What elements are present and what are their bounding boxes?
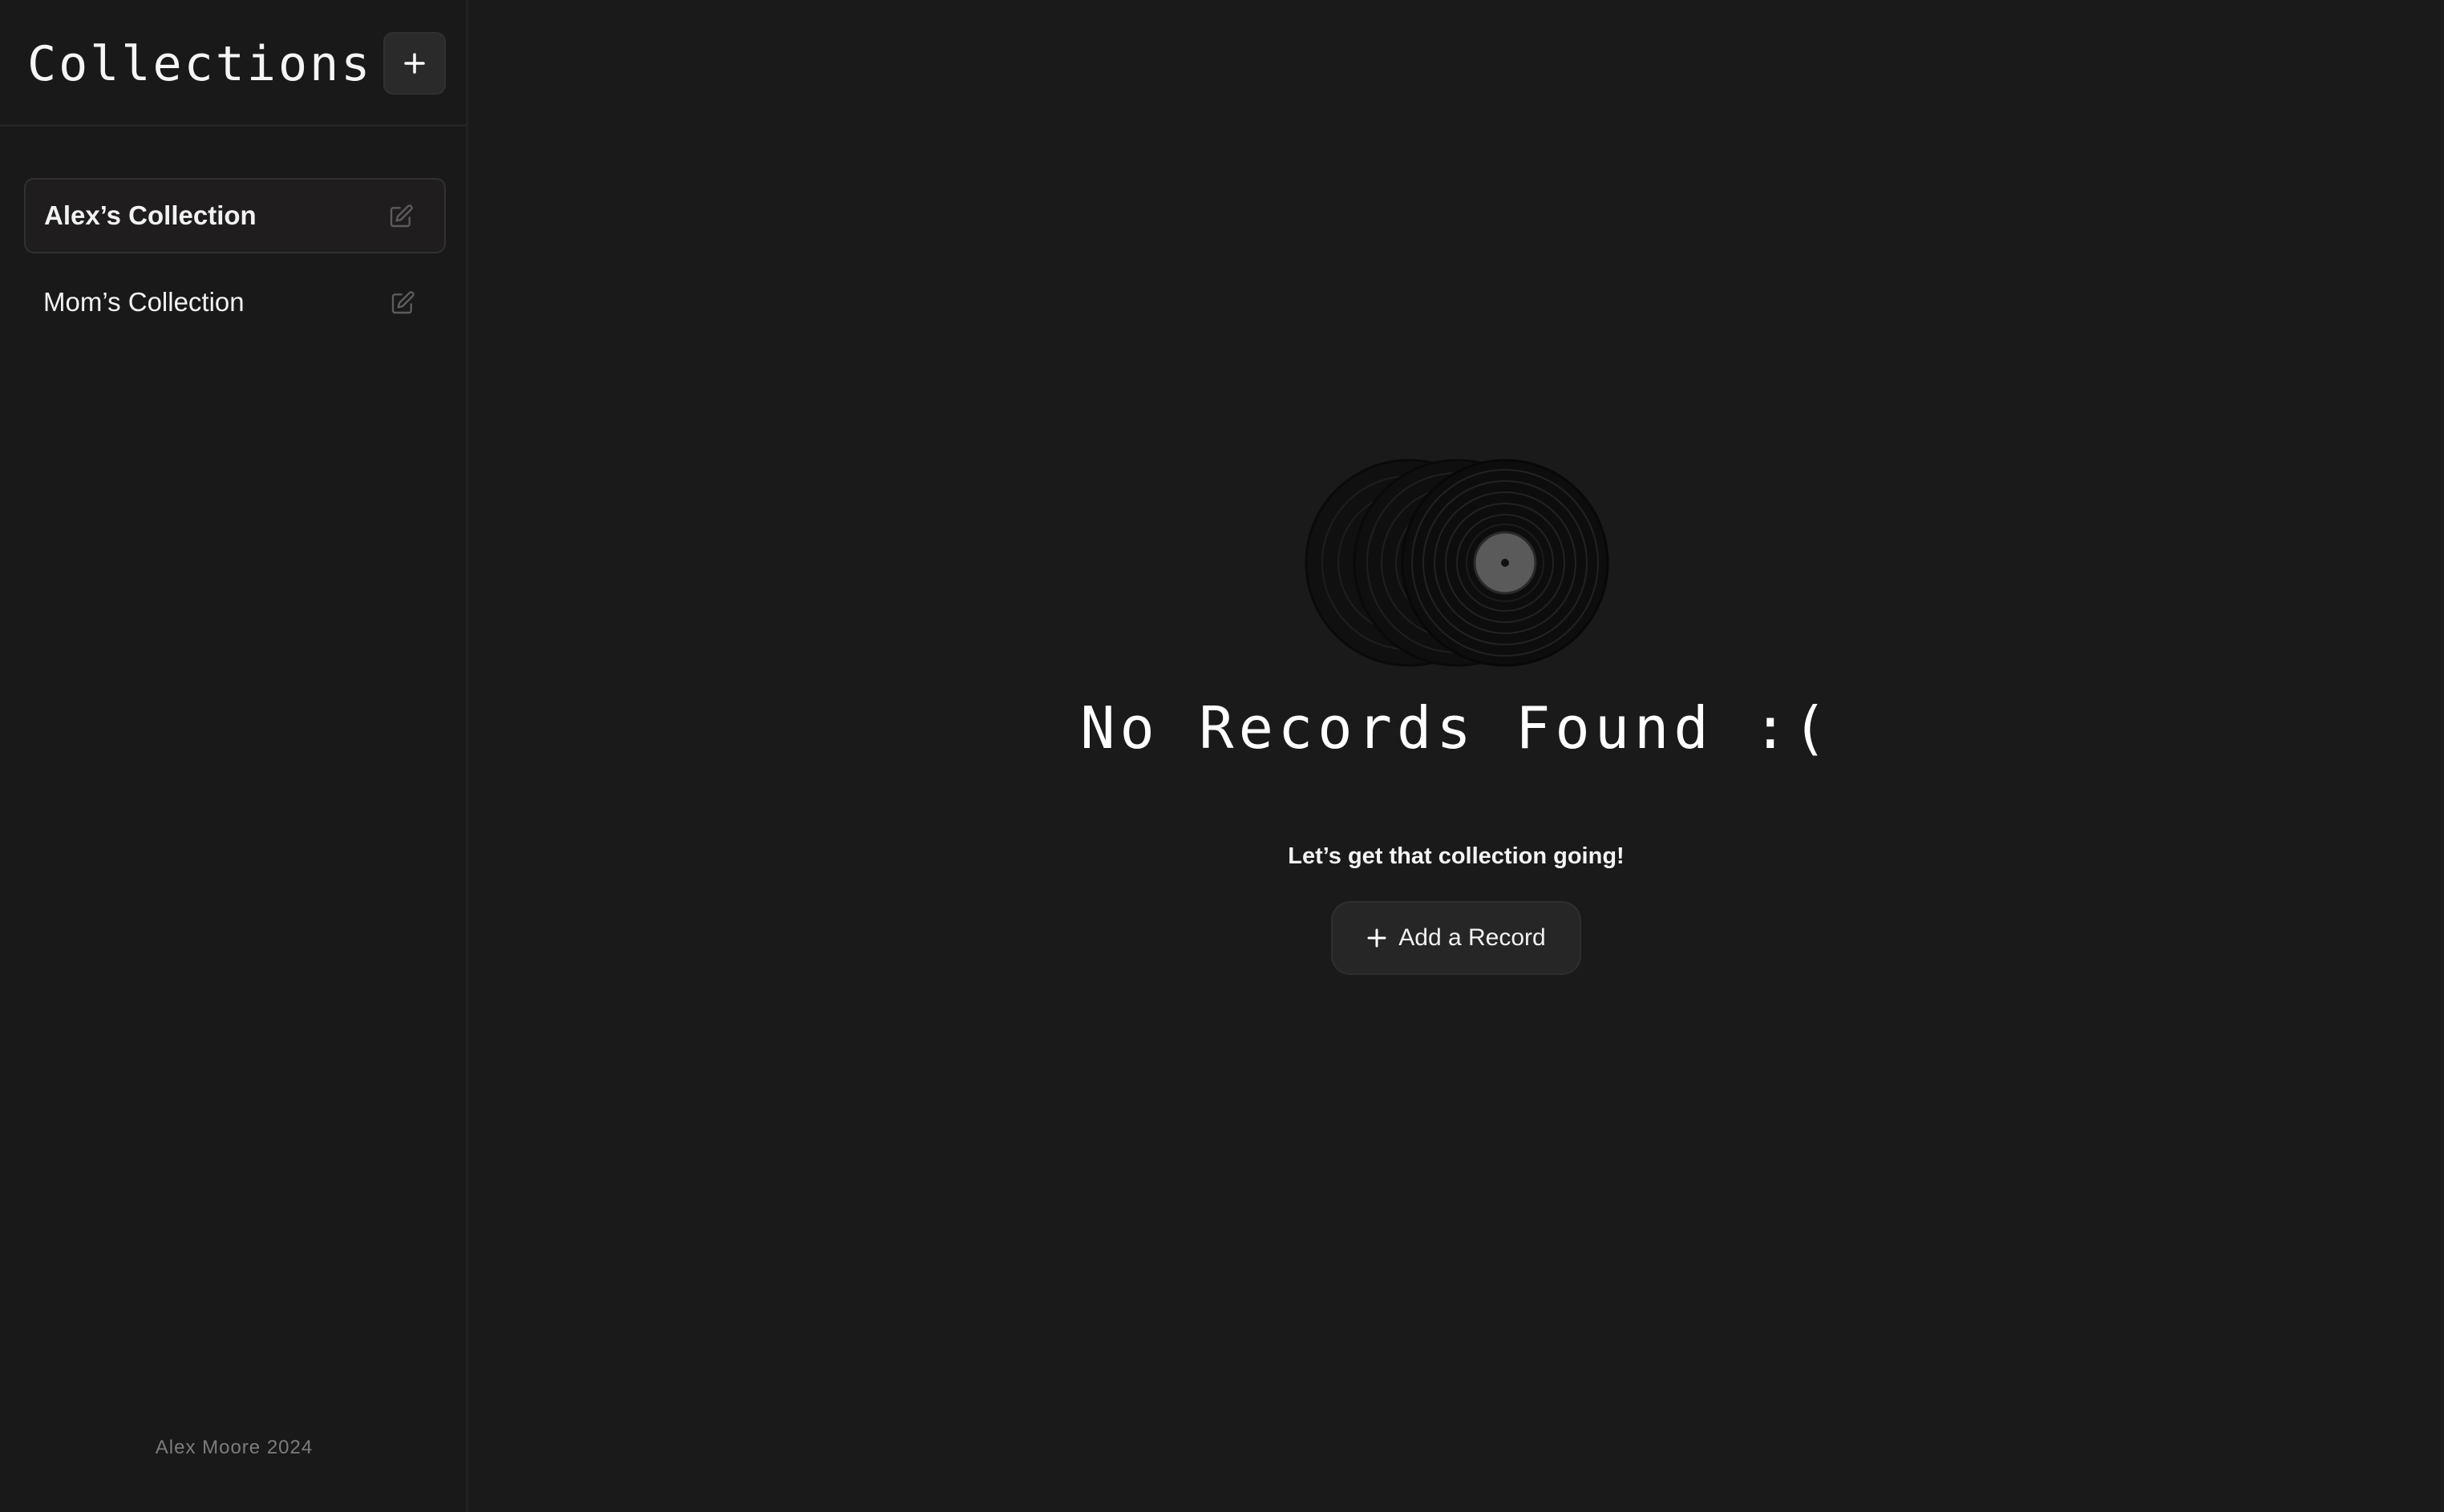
- empty-state-title: No Records Found :(: [1080, 694, 1832, 762]
- empty-state: No Records Found :( Let’s get that colle…: [468, 457, 2444, 975]
- plus-icon: [404, 53, 425, 74]
- empty-state-subtitle: Let’s get that collection going!: [1288, 843, 1625, 869]
- plus-icon: [1367, 928, 1386, 948]
- sidebar: Collections Alex’s Collection Mom’s Coll…: [0, 0, 468, 1512]
- collection-list: Alex’s Collection Mom’s Collection: [24, 178, 446, 354]
- collection-item-alex[interactable]: Alex’s Collection: [24, 178, 446, 253]
- add-collection-button[interactable]: [383, 32, 446, 95]
- app-window: Collections Alex’s Collection Mom’s Coll…: [0, 0, 2444, 1512]
- sidebar-header: Collections: [0, 0, 466, 127]
- add-record-button[interactable]: Add a Record: [1331, 901, 1581, 975]
- collection-item-label: Alex’s Collection: [44, 200, 257, 230]
- vinyl-records-icon: [1305, 459, 1609, 667]
- main-content: No Records Found :( Let’s get that colle…: [468, 0, 2444, 1512]
- collection-item-label: Mom’s Collection: [43, 287, 245, 317]
- edit-icon[interactable]: [388, 204, 414, 229]
- sidebar-title: Collections: [27, 36, 373, 92]
- add-record-label: Add a Record: [1398, 924, 1546, 951]
- footer-credit: Alex Moore 2024: [155, 1437, 314, 1458]
- collection-item-mom[interactable]: Mom’s Collection: [24, 266, 446, 342]
- edit-icon[interactable]: [390, 290, 415, 316]
